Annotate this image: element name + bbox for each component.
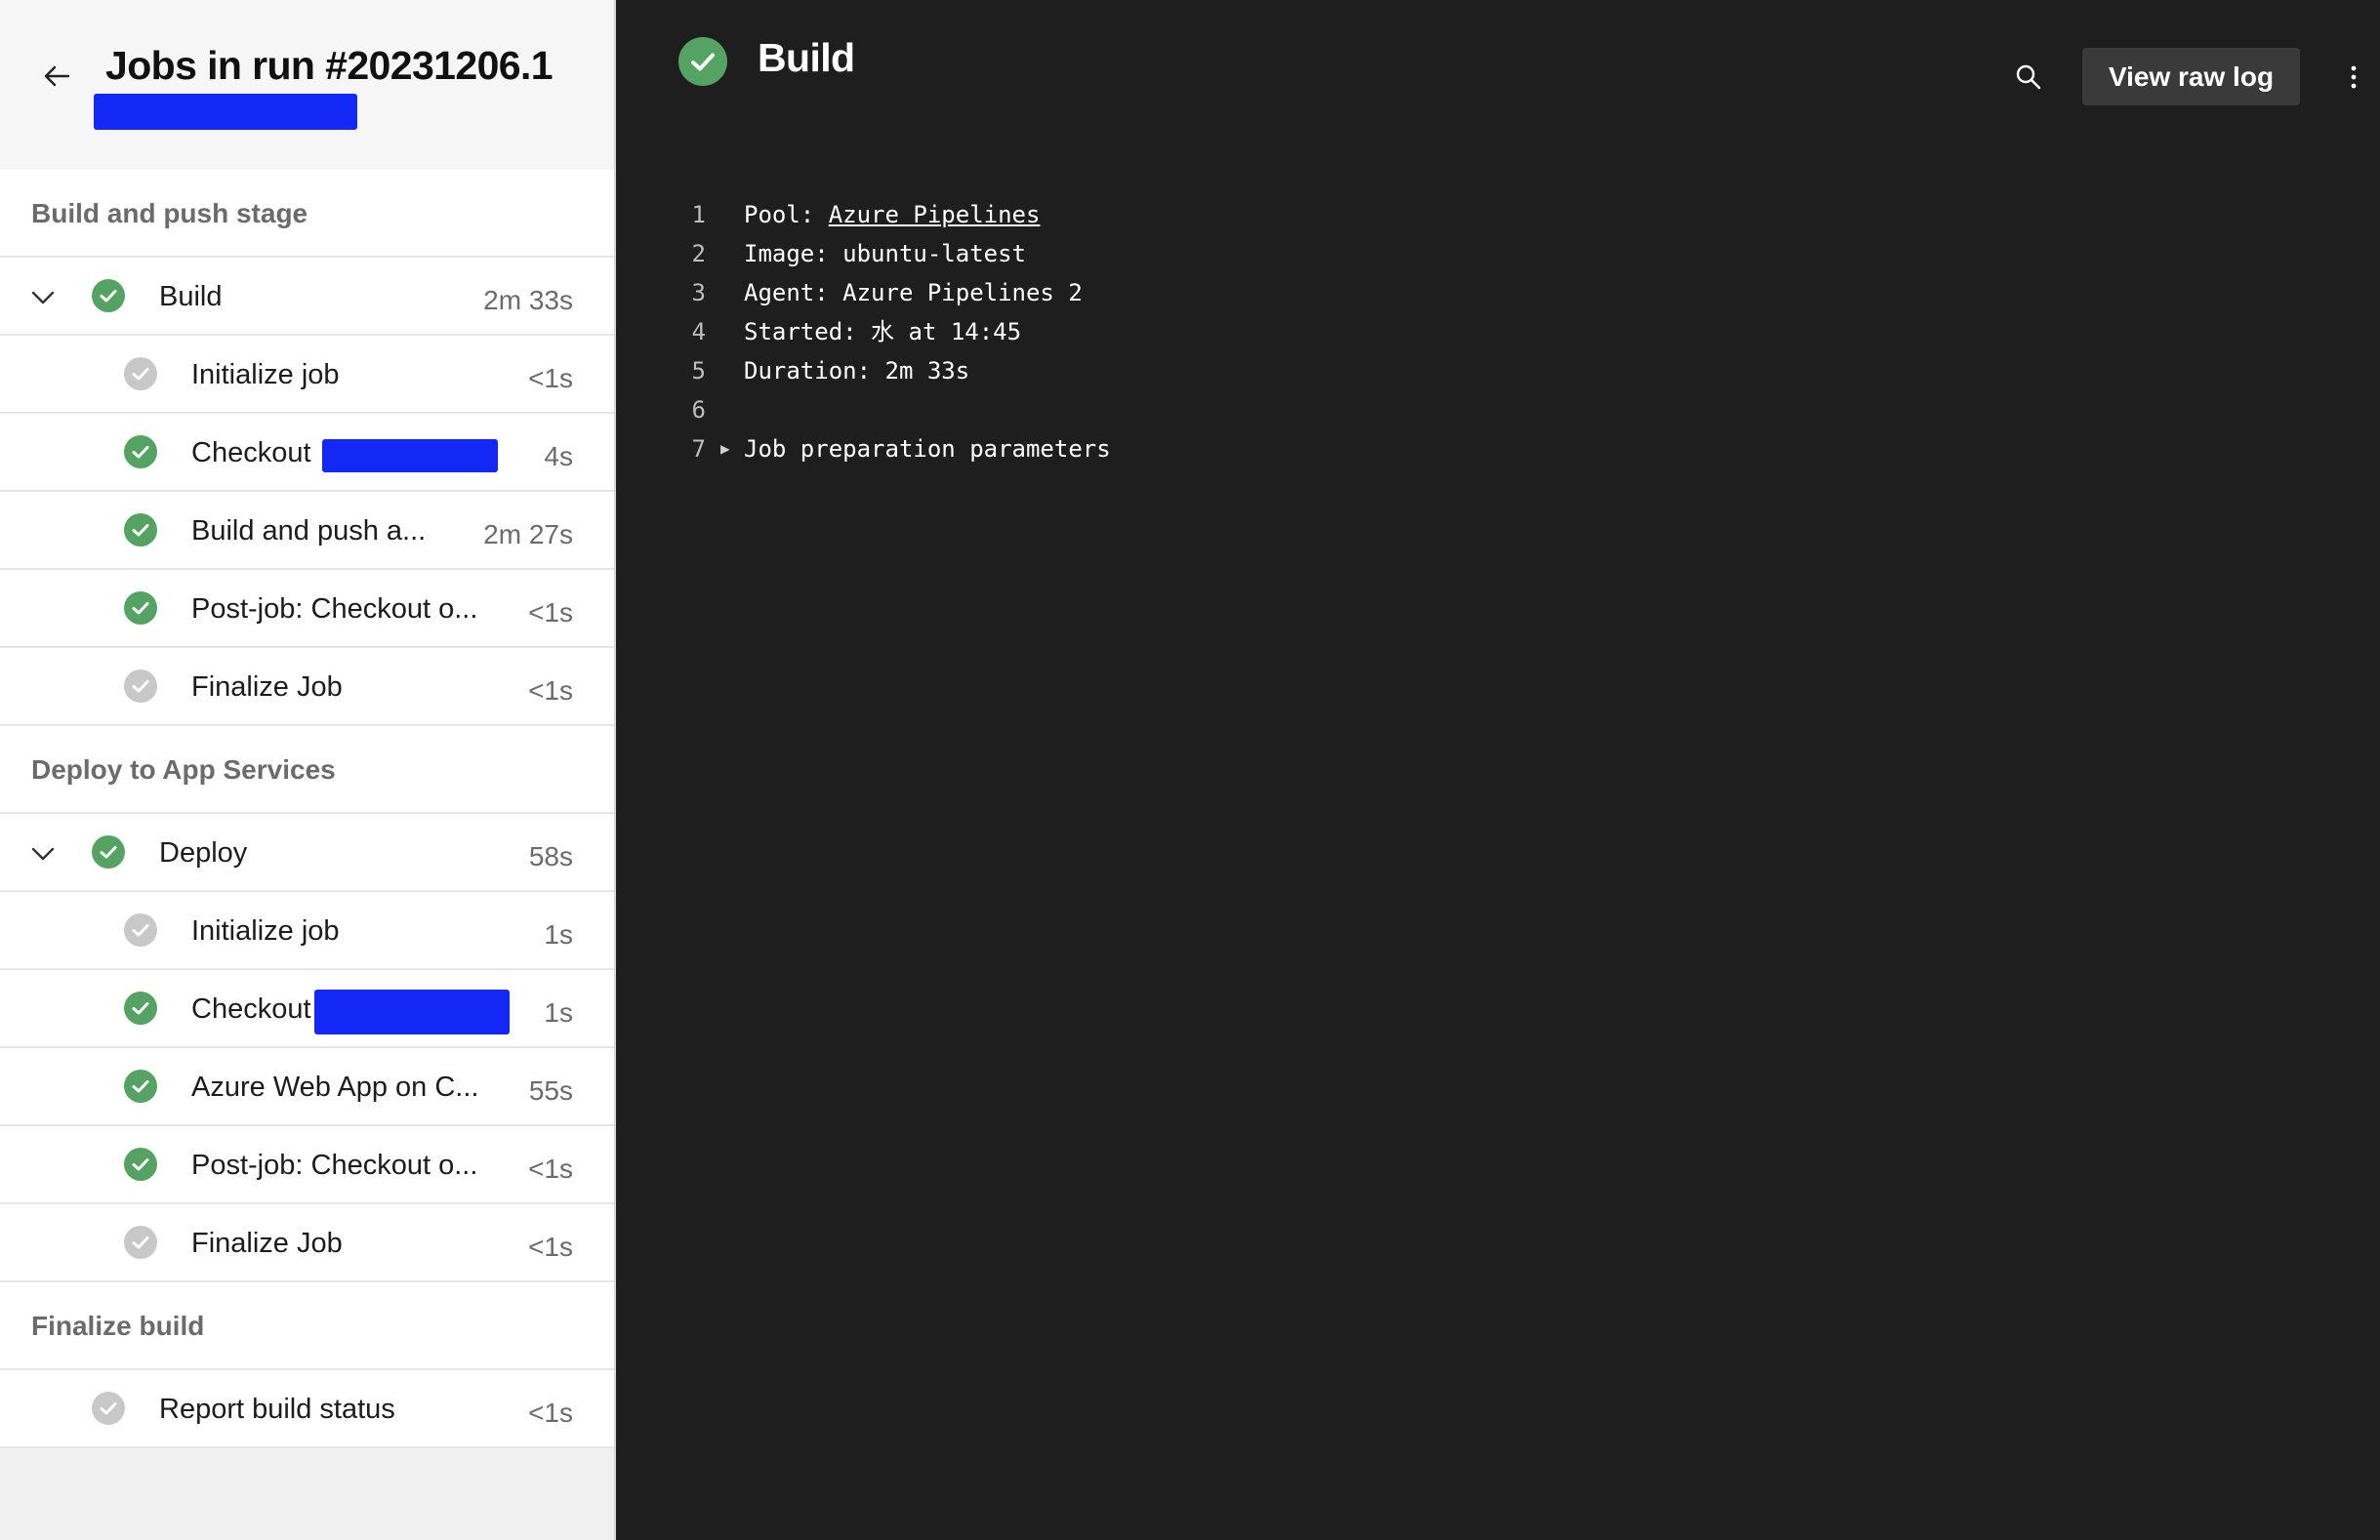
job-duration: <1s	[528, 1398, 573, 1428]
step-row[interactable]: Finalize Job <1s	[0, 1204, 614, 1282]
step-label: Checkout	[191, 993, 311, 1025]
step-duration: 2m 27s	[483, 519, 573, 549]
step-row[interactable]: Checkout 4s	[0, 414, 614, 492]
job-label: Report build status	[159, 1394, 395, 1425]
step-label: Azure Web App on C...	[191, 1072, 479, 1103]
step-duration: 1s	[544, 919, 573, 950]
search-icon[interactable]	[2014, 62, 2043, 92]
line-number: 1	[691, 201, 706, 228]
line-number: 2	[691, 240, 706, 267]
step-duration: <1s	[528, 1154, 573, 1184]
step-duration: 55s	[528, 1075, 573, 1106]
check-icon	[124, 591, 157, 625]
line-number: 6	[691, 396, 706, 424]
check-icon	[124, 357, 157, 390]
line-number: 5	[691, 357, 706, 385]
jobs-sidebar: Jobs in run #20231206.1 Build and push s…	[0, 0, 616, 1540]
step-row[interactable]: Azure Web App on C... 55s	[0, 1048, 614, 1126]
job-row-report-build-status[interactable]: Report build status <1s	[0, 1370, 614, 1448]
step-duration: <1s	[528, 1232, 573, 1262]
check-icon	[124, 669, 157, 703]
check-icon	[92, 279, 125, 312]
redacted-block	[94, 94, 357, 130]
stage-header: Finalize build	[0, 1282, 614, 1370]
step-label: Finalize Job	[191, 1228, 343, 1259]
step-duration: <1s	[528, 675, 573, 706]
job-row-build[interactable]: Build 2m 33s	[0, 258, 614, 336]
line-text: Duration: 2m 33s	[744, 357, 970, 385]
check-icon	[124, 1070, 157, 1103]
line-prefix: Pool:	[744, 201, 829, 228]
check-icon	[124, 992, 157, 1025]
stage-header: Deploy to App Services	[0, 726, 614, 814]
step-row[interactable]: Post-job: Checkout o... <1s	[0, 570, 614, 648]
log-panel: Build View raw log 1 Pool: Azure Pipelin…	[616, 0, 2380, 1540]
step-label: Finalize Job	[191, 671, 343, 703]
line-text: Started: 水 at 14:45	[744, 318, 1022, 345]
line-number: 3	[691, 279, 706, 306]
arrow-left-icon[interactable]	[41, 61, 72, 92]
more-vertical-icon[interactable]	[2344, 62, 2363, 92]
line-number: 4	[691, 318, 706, 345]
pool-link[interactable]: Azure Pipelines	[829, 201, 1041, 228]
triangle-right-icon[interactable]: ▶	[720, 429, 730, 468]
page-title: Jobs in run #20231206.1	[105, 43, 554, 88]
job-label: Deploy	[159, 837, 248, 869]
sidebar-header: Jobs in run #20231206.1	[0, 0, 614, 170]
line-text[interactable]: Job preparation parameters	[744, 429, 1111, 468]
stage-header: Build and push stage	[0, 170, 614, 258]
log-title: Build	[758, 35, 855, 80]
job-label: Build	[159, 281, 223, 312]
step-row[interactable]: Build and push a... 2m 27s	[0, 492, 614, 570]
step-row[interactable]: Initialize job <1s	[0, 336, 614, 414]
jobs-list: Build and push stage Build 2m 33s Initia…	[0, 170, 614, 1448]
check-icon	[678, 37, 727, 86]
step-label: Checkout	[191, 437, 311, 468]
step-duration: 1s	[544, 997, 573, 1028]
step-duration: <1s	[528, 597, 573, 628]
check-icon	[124, 435, 157, 468]
step-row[interactable]: Checkout 1s	[0, 970, 614, 1048]
step-duration: <1s	[528, 363, 573, 393]
step-label: Post-job: Checkout o...	[191, 1150, 478, 1181]
view-raw-log-button[interactable]: View raw log	[2082, 48, 2300, 105]
check-icon	[92, 1392, 125, 1425]
redacted-block	[322, 439, 498, 472]
check-icon	[124, 913, 157, 947]
step-row[interactable]: Post-job: Checkout o... <1s	[0, 1126, 614, 1204]
check-icon	[124, 1148, 157, 1181]
step-row[interactable]: Initialize job 1s	[0, 892, 614, 970]
chevron-down-icon[interactable]	[29, 284, 57, 311]
line-text: Pool: Azure Pipelines	[744, 195, 1040, 234]
job-row-deploy[interactable]: Deploy 58s	[0, 814, 614, 892]
check-icon	[124, 513, 157, 547]
job-duration: 2m 33s	[483, 285, 573, 315]
chevron-down-icon[interactable]	[29, 840, 57, 868]
step-label: Build and push a...	[191, 515, 427, 547]
line-number: 7	[691, 435, 706, 463]
check-icon	[124, 1226, 157, 1259]
step-label: Post-job: Checkout o...	[191, 593, 478, 625]
job-duration: 58s	[528, 841, 573, 871]
step-duration: 4s	[544, 441, 573, 471]
redacted-block	[314, 990, 510, 1034]
line-text: Image: ubuntu-latest	[744, 240, 1026, 267]
step-label: Initialize job	[191, 915, 340, 947]
line-text: Agent: Azure Pipelines 2	[744, 279, 1083, 306]
check-icon	[92, 835, 125, 869]
step-row[interactable]: Finalize Job <1s	[0, 648, 614, 726]
step-label: Initialize job	[191, 359, 340, 390]
